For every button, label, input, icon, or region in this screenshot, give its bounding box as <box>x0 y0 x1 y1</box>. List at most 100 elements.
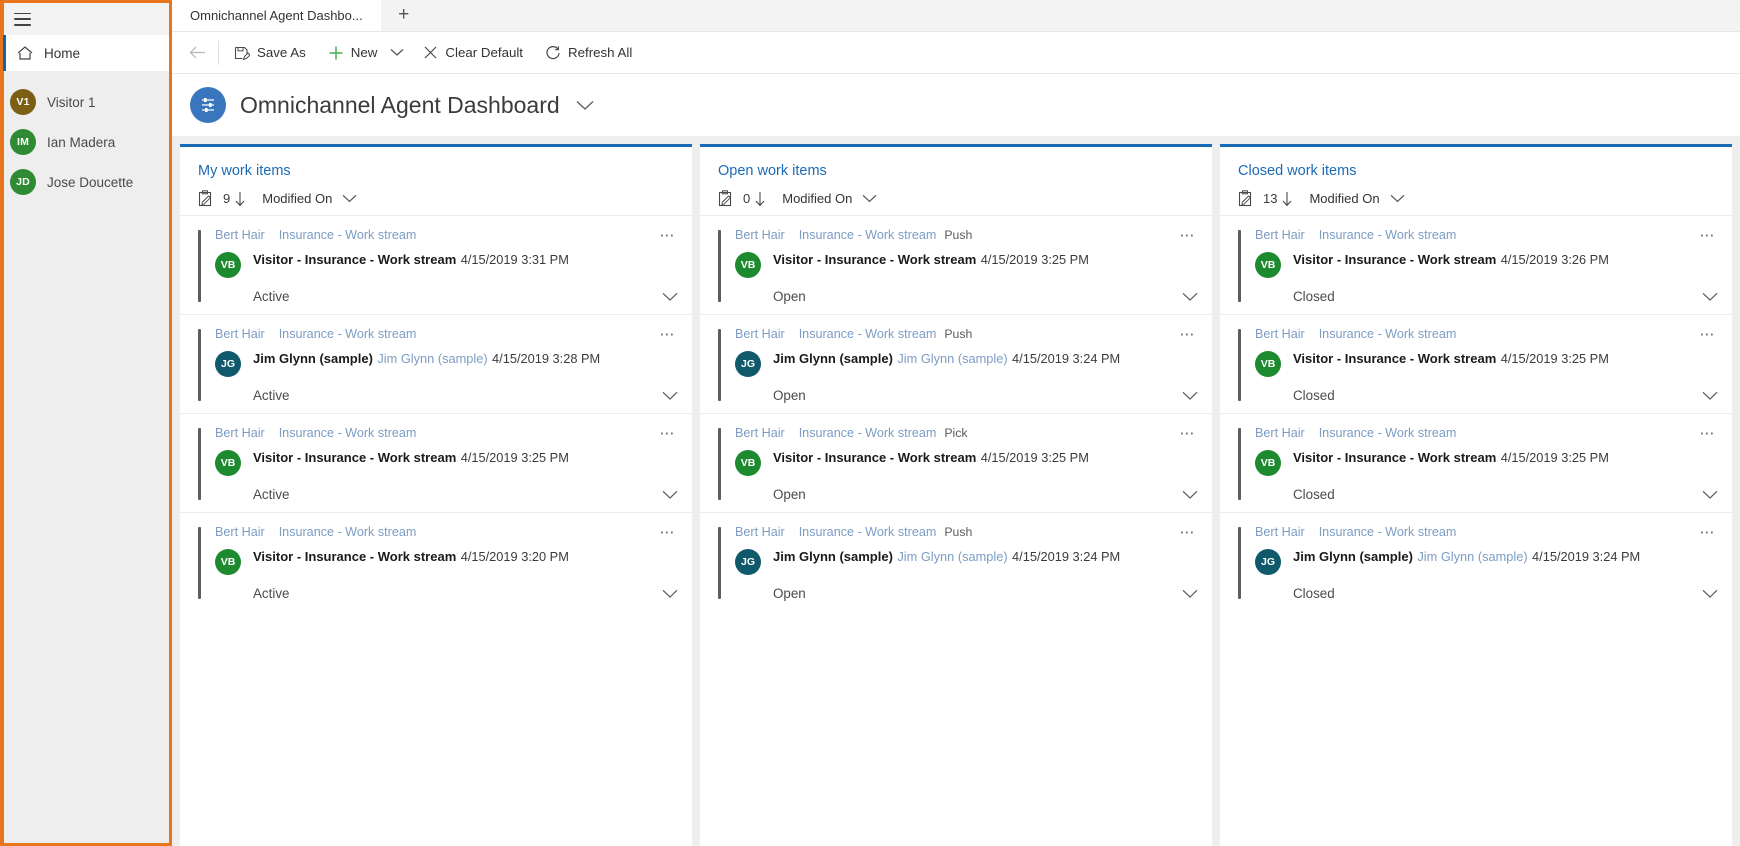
clipboard-icon <box>1238 190 1253 207</box>
card-timestamp: 4/15/2019 3:31 PM <box>460 252 569 267</box>
card-agent-link[interactable]: Bert Hair <box>1255 525 1305 539</box>
card-workstream-link[interactable]: Insurance - Work stream <box>1319 525 1457 539</box>
avatar: JG <box>735 549 761 575</box>
sort-descending-icon[interactable] <box>234 191 246 207</box>
card-expand-chevron-down-icon[interactable] <box>1702 490 1718 500</box>
card-workstream-link[interactable]: Insurance - Work stream <box>279 327 417 341</box>
card-workstream-link[interactable]: Insurance - Work stream <box>1319 327 1457 341</box>
card-body: Bert Hair Insurance - Work stream JG Jim… <box>215 327 678 403</box>
card-overflow-menu-icon[interactable]: ⋯ <box>1699 525 1716 540</box>
card-expand-chevron-down-icon[interactable] <box>1182 391 1198 401</box>
work-item-card-2-1[interactable]: Bert Hair Insurance - Work stream VB Vis… <box>1220 314 1732 413</box>
card-agent-link[interactable]: Bert Hair <box>1255 426 1305 440</box>
card-agent-link[interactable]: Bert Hair <box>215 525 265 539</box>
sidebar-person-1[interactable]: IM Ian Madera <box>4 122 169 162</box>
card-expand-chevron-down-icon[interactable] <box>1702 292 1718 302</box>
card-agent-link[interactable]: Bert Hair <box>735 426 785 440</box>
card-agent-link[interactable]: Bert Hair <box>215 327 265 341</box>
card-expand-chevron-down-icon[interactable] <box>662 490 678 500</box>
card-secondary-text[interactable]: Jim Glynn (sample) <box>1417 549 1527 564</box>
new-chevron-down-icon[interactable] <box>388 32 412 74</box>
card-agent-link[interactable]: Bert Hair <box>1255 228 1305 242</box>
main-pane: Omnichannel Agent Dashbo... + Save As Ne… <box>172 0 1740 846</box>
card-overflow-menu-icon[interactable]: ⋯ <box>1179 327 1196 342</box>
card-workstream-link[interactable]: Insurance - Work stream <box>799 228 937 242</box>
card-text-lines: Visitor - Insurance - Work stream 4/15/2… <box>1293 448 1609 468</box>
card-overflow-menu-icon[interactable]: ⋯ <box>1179 228 1196 243</box>
sidebar-header <box>4 3 169 35</box>
card-workstream-link[interactable]: Insurance - Work stream <box>1319 228 1457 242</box>
clipboard-icon <box>718 190 733 207</box>
card-workstream-link[interactable]: Insurance - Work stream <box>799 327 937 341</box>
sort-chevron-down-icon[interactable] <box>862 194 877 203</box>
sidebar-person-2[interactable]: JD Jose Doucette <box>4 162 169 202</box>
back-arrow-icon[interactable] <box>180 32 214 74</box>
clear-default-button[interactable]: Clear Default <box>412 32 534 74</box>
tab-omnichannel-agent-dashboard[interactable]: Omnichannel Agent Dashbo... <box>172 0 381 31</box>
work-item-card-0-3[interactable]: Bert Hair Insurance - Work stream VB Vis… <box>180 512 692 611</box>
work-item-card-1-3[interactable]: Bert Hair Insurance - Work stream Push J… <box>700 512 1212 611</box>
clipboard-icon <box>198 190 213 207</box>
work-item-card-0-1[interactable]: Bert Hair Insurance - Work stream JG Jim… <box>180 314 692 413</box>
card-main-row: VB Visitor - Insurance - Work stream 4/1… <box>735 250 1172 278</box>
sort-chevron-down-icon[interactable] <box>342 194 357 203</box>
card-agent-link[interactable]: Bert Hair <box>1255 327 1305 341</box>
card-text-lines: Visitor - Insurance - Work stream 4/15/2… <box>1293 250 1609 270</box>
sidebar-person-0[interactable]: V1 Visitor 1 <box>4 82 169 122</box>
work-item-card-0-0[interactable]: Bert Hair Insurance - Work stream VB Vis… <box>180 215 692 314</box>
card-mode-tag: Push <box>944 228 973 242</box>
card-secondary-text[interactable]: Jim Glynn (sample) <box>897 351 1007 366</box>
work-item-card-2-0[interactable]: Bert Hair Insurance - Work stream VB Vis… <box>1220 215 1732 314</box>
card-agent-link[interactable]: Bert Hair <box>215 426 265 440</box>
work-item-card-0-2[interactable]: Bert Hair Insurance - Work stream VB Vis… <box>180 413 692 512</box>
card-overflow-menu-icon[interactable]: ⋯ <box>659 327 676 342</box>
work-item-card-2-2[interactable]: Bert Hair Insurance - Work stream VB Vis… <box>1220 413 1732 512</box>
sort-descending-icon[interactable] <box>754 191 766 207</box>
sort-chevron-down-icon[interactable] <box>1390 194 1405 203</box>
card-agent-link[interactable]: Bert Hair <box>735 327 785 341</box>
card-expand-chevron-down-icon[interactable] <box>1702 391 1718 401</box>
card-expand-chevron-down-icon[interactable] <box>1182 292 1198 302</box>
card-overflow-menu-icon[interactable]: ⋯ <box>659 525 676 540</box>
card-expand-chevron-down-icon[interactable] <box>1182 490 1198 500</box>
save-as-button[interactable]: Save As <box>223 32 317 74</box>
card-overflow-menu-icon[interactable]: ⋯ <box>1699 327 1716 342</box>
card-text-lines: Jim Glynn (sample) Jim Glynn (sample) 4/… <box>773 547 1120 567</box>
card-agent-link[interactable]: Bert Hair <box>735 525 785 539</box>
work-item-card-1-1[interactable]: Bert Hair Insurance - Work stream Push J… <box>700 314 1212 413</box>
new-tab-button[interactable]: + <box>381 0 427 31</box>
card-overflow-menu-icon[interactable]: ⋯ <box>1179 525 1196 540</box>
card-overflow-menu-icon[interactable]: ⋯ <box>659 228 676 243</box>
new-label: New <box>350 45 378 60</box>
card-expand-chevron-down-icon[interactable] <box>1702 589 1718 599</box>
card-expand-chevron-down-icon[interactable] <box>662 589 678 599</box>
card-overflow-menu-icon[interactable]: ⋯ <box>1699 228 1716 243</box>
refresh-all-button[interactable]: Refresh All <box>534 32 643 74</box>
card-secondary-text[interactable]: Jim Glynn (sample) <box>897 549 1007 564</box>
work-item-card-1-2[interactable]: Bert Hair Insurance - Work stream Pick V… <box>700 413 1212 512</box>
card-expand-chevron-down-icon[interactable] <box>662 391 678 401</box>
card-workstream-link[interactable]: Insurance - Work stream <box>279 426 417 440</box>
card-workstream-link[interactable]: Insurance - Work stream <box>279 525 417 539</box>
card-workstream-link[interactable]: Insurance - Work stream <box>279 228 417 242</box>
sort-descending-icon[interactable] <box>1281 191 1293 207</box>
sidebar-item-home[interactable]: Home <box>3 35 169 71</box>
card-overflow-menu-icon[interactable]: ⋯ <box>659 426 676 441</box>
page-title-chevron-down-icon[interactable] <box>576 100 594 111</box>
work-item-card-1-0[interactable]: Bert Hair Insurance - Work stream Push V… <box>700 215 1212 314</box>
card-workstream-link[interactable]: Insurance - Work stream <box>799 426 937 440</box>
card-body: Bert Hair Insurance - Work stream VB Vis… <box>1255 426 1718 502</box>
card-workstream-link[interactable]: Insurance - Work stream <box>1319 426 1457 440</box>
card-expand-chevron-down-icon[interactable] <box>662 292 678 302</box>
new-button[interactable]: New <box>317 32 389 74</box>
card-agent-link[interactable]: Bert Hair <box>735 228 785 242</box>
card-workstream-link[interactable]: Insurance - Work stream <box>799 525 937 539</box>
card-overflow-menu-icon[interactable]: ⋯ <box>1179 426 1196 441</box>
card-expand-chevron-down-icon[interactable] <box>1182 589 1198 599</box>
card-secondary-text[interactable]: Jim Glynn (sample) <box>377 351 487 366</box>
card-overflow-menu-icon[interactable]: ⋯ <box>1699 426 1716 441</box>
hamburger-icon[interactable] <box>14 12 31 26</box>
card-agent-link[interactable]: Bert Hair <box>215 228 265 242</box>
avatar: JD <box>10 169 36 195</box>
work-item-card-2-3[interactable]: Bert Hair Insurance - Work stream JG Jim… <box>1220 512 1732 611</box>
